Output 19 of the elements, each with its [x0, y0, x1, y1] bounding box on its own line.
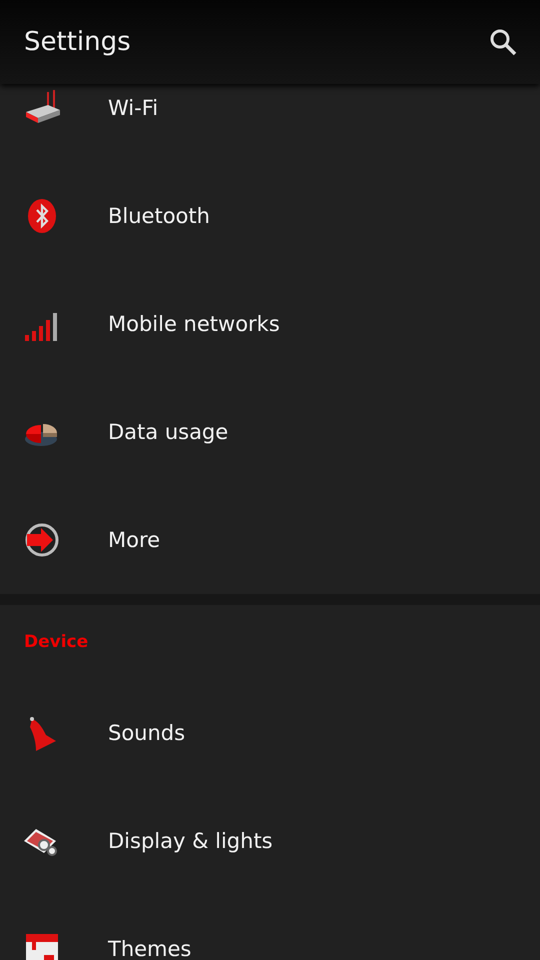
setting-label[interactable]: Bluetooth: [108, 204, 210, 228]
photo-gears-icon: [24, 829, 57, 856]
paint-bucket-icon: [26, 934, 58, 960]
setting-label[interactable]: Sounds: [108, 721, 186, 745]
search-icon[interactable]: [488, 27, 518, 57]
section-header: Device: [24, 632, 88, 652]
arrow-circle-icon: [26, 524, 58, 556]
setting-label[interactable]: Mobile networks: [108, 312, 280, 336]
signal-bars-icon: [25, 313, 57, 341]
setting-label[interactable]: Themes: [108, 937, 192, 960]
app-title: Settings: [24, 27, 131, 57]
setting-label[interactable]: Display & lights: [108, 829, 273, 853]
setting-label[interactable]: Wi-Fi: [108, 96, 158, 120]
setting-label[interactable]: Data usage: [108, 420, 228, 444]
bell-icon: [30, 717, 56, 751]
pie-chart-icon: [25, 424, 57, 446]
bluetooth-icon: [28, 199, 56, 233]
setting-label[interactable]: More: [108, 528, 160, 552]
router-icon: [26, 90, 60, 123]
